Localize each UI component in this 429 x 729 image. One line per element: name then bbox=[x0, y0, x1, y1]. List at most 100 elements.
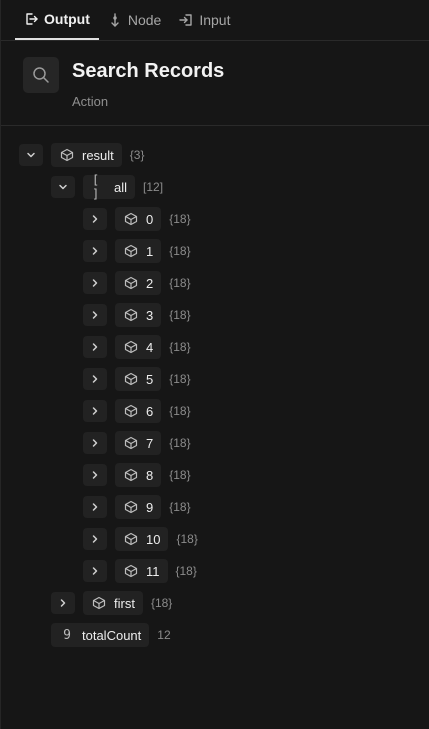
chevron-right-icon[interactable] bbox=[83, 400, 107, 422]
tree-count: {18} bbox=[169, 308, 191, 322]
cube-icon bbox=[124, 532, 138, 546]
cube-icon bbox=[124, 276, 138, 290]
tree-key-first[interactable]: first bbox=[83, 591, 143, 615]
tree-key-label: 11 bbox=[146, 563, 160, 579]
chevron-down-icon[interactable] bbox=[19, 144, 43, 166]
tree-key-item[interactable]: 9 bbox=[115, 495, 162, 519]
tree-key-label: 8 bbox=[146, 467, 154, 483]
tree-key-item[interactable]: 11 bbox=[115, 559, 168, 583]
tree-count: {18} bbox=[150, 596, 173, 610]
chevron-right-icon[interactable] bbox=[51, 592, 75, 614]
tab-input[interactable]: Input bbox=[170, 0, 239, 40]
tree-row-item: 4 {18} bbox=[83, 335, 191, 359]
chevron-right-icon[interactable] bbox=[83, 240, 107, 262]
tree-key-label: all bbox=[114, 179, 128, 195]
chevron-right-icon[interactable] bbox=[83, 304, 107, 326]
chevron-right-icon[interactable] bbox=[83, 464, 107, 486]
cube-icon bbox=[124, 244, 138, 258]
tree-count: {18} bbox=[176, 532, 198, 546]
tree-row-item: 9 {18} bbox=[83, 495, 191, 519]
tree-key-label: 7 bbox=[146, 435, 154, 451]
node-header: Search Records Action bbox=[1, 41, 429, 126]
tree-key-item[interactable]: 2 bbox=[115, 271, 162, 295]
tab-input-label: Input bbox=[199, 11, 231, 28]
cube-icon bbox=[124, 468, 138, 482]
output-panel: Output Node Input Search Records Action … bbox=[0, 0, 429, 729]
tab-output[interactable]: Output bbox=[15, 0, 99, 40]
number-icon: 9 bbox=[63, 627, 71, 643]
tree-key-label: 10 bbox=[146, 531, 161, 547]
tree-key-label: 6 bbox=[146, 403, 154, 419]
cube-icon bbox=[124, 404, 138, 418]
tree-row-item: 0 {18} bbox=[83, 207, 191, 231]
tree-count: [12] bbox=[143, 180, 164, 194]
chevron-right-icon[interactable] bbox=[83, 208, 107, 230]
tree-key-item[interactable]: 8 bbox=[115, 463, 162, 487]
tree-key-label: first bbox=[114, 595, 135, 611]
node-icon bbox=[108, 12, 122, 27]
cube-icon bbox=[124, 564, 138, 578]
tree-key-totalcount[interactable]: 9 totalCount bbox=[51, 623, 150, 647]
tree-count: {18} bbox=[169, 500, 191, 514]
search-icon bbox=[23, 57, 59, 93]
cube-icon bbox=[124, 436, 138, 450]
cube-icon bbox=[60, 148, 74, 162]
tab-node[interactable]: Node bbox=[99, 0, 170, 40]
chevron-right-icon[interactable] bbox=[83, 336, 107, 358]
tree-key-label: 5 bbox=[146, 371, 154, 387]
tree-row-item: 3 {18} bbox=[83, 303, 191, 327]
tree-key-result[interactable]: result bbox=[51, 143, 122, 167]
tree-key-item[interactable]: 4 bbox=[115, 335, 162, 359]
tree-key-item[interactable]: 3 bbox=[115, 303, 162, 327]
tree-count: {18} bbox=[169, 276, 191, 290]
tree-key-label: 2 bbox=[146, 275, 154, 291]
tree-key-label: 9 bbox=[146, 499, 154, 515]
tree-row-item: 5 {18} bbox=[83, 367, 191, 391]
tree-count: {3} bbox=[129, 148, 145, 162]
tree-key-label: 3 bbox=[146, 307, 154, 323]
logout-icon bbox=[24, 12, 38, 26]
tab-bar: Output Node Input bbox=[1, 0, 429, 41]
tree-count: {18} bbox=[169, 372, 191, 386]
tree-key-item[interactable]: 0 bbox=[115, 207, 162, 231]
node-subtitle: Action bbox=[72, 94, 109, 109]
tree-key-all[interactable]: [ ] all bbox=[83, 173, 136, 201]
tree-row-all: [ ] all [12] bbox=[51, 173, 164, 201]
tree-row-result: result {3} bbox=[19, 143, 145, 167]
tree-key-item[interactable]: 1 bbox=[115, 239, 162, 263]
tree-row-item: 6 {18} bbox=[83, 399, 191, 423]
cube-icon bbox=[124, 212, 138, 226]
tree-row-first: first {18} bbox=[51, 591, 172, 615]
chevron-down-icon[interactable] bbox=[51, 176, 75, 198]
tab-output-label: Output bbox=[44, 10, 90, 27]
tree-key-item[interactable]: 7 bbox=[115, 431, 162, 455]
tree-key-item[interactable]: 5 bbox=[115, 367, 162, 391]
chevron-right-icon[interactable] bbox=[83, 496, 107, 518]
tree-row-item: 11 {18} bbox=[83, 559, 197, 583]
cube-icon bbox=[124, 500, 138, 514]
tree-key-item[interactable]: 10 bbox=[115, 527, 169, 551]
tree-key-label: 0 bbox=[146, 211, 154, 227]
chevron-right-icon[interactable] bbox=[83, 368, 107, 390]
tree-row-item: 7 {18} bbox=[83, 431, 191, 455]
tree-count: {18} bbox=[169, 404, 191, 418]
tree-key-item[interactable]: 6 bbox=[115, 399, 162, 423]
chevron-right-icon[interactable] bbox=[83, 528, 107, 550]
tree-value: 12 bbox=[157, 628, 171, 642]
tree-count: {18} bbox=[169, 436, 191, 450]
chevron-right-icon[interactable] bbox=[83, 560, 107, 582]
tree-row-item: 8 {18} bbox=[83, 463, 191, 487]
chevron-right-icon[interactable] bbox=[83, 432, 107, 454]
cube-icon bbox=[124, 372, 138, 386]
tree-count: {18} bbox=[175, 564, 197, 578]
tree-count: {18} bbox=[169, 468, 191, 482]
node-title: Search Records bbox=[72, 60, 225, 82]
tree-count: {18} bbox=[169, 212, 191, 226]
chevron-right-icon[interactable] bbox=[83, 272, 107, 294]
tree-row-totalcount: 9 totalCount 12 bbox=[51, 623, 171, 647]
tree-key-label: totalCount bbox=[82, 627, 142, 643]
tree-row-item: 2 {18} bbox=[83, 271, 191, 295]
tree-key-label: result bbox=[82, 147, 114, 163]
tree-count: {18} bbox=[169, 244, 191, 258]
tree-row-item: 1 {18} bbox=[83, 239, 191, 263]
